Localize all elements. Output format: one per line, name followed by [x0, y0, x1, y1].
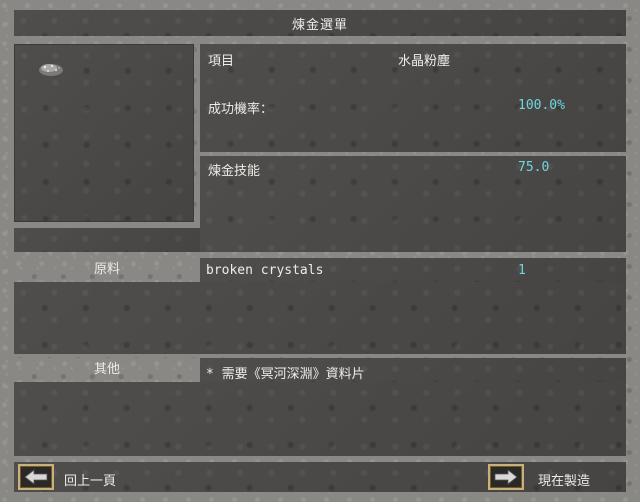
left-arrow-icon — [23, 469, 49, 485]
material-qty: 1 — [518, 263, 526, 278]
success-rate-value: 100.0% — [518, 98, 565, 113]
item-preview — [14, 44, 194, 222]
other-label: 其他 — [14, 358, 200, 382]
back-label[interactable]: 回上一頁 — [64, 470, 116, 489]
materials-panel: broken crystals 1 — [200, 258, 626, 282]
other-requirement: * 需要《冥河深淵》資料片 — [206, 367, 365, 382]
footer-bar: 回上一頁 現在製造 — [14, 462, 626, 492]
item-label: 項目 — [208, 54, 235, 69]
other-panel: * 需要《冥河深淵》資料片 — [200, 358, 626, 382]
window-title: 煉金選單 — [291, 18, 348, 33]
materials-body — [14, 282, 626, 354]
right-arrow-icon — [493, 469, 519, 485]
item-value: 水晶粉塵 — [398, 54, 451, 69]
crystal-powder-icon — [37, 59, 65, 83]
materials-label-text: 原料 — [93, 262, 120, 277]
other-body — [14, 382, 626, 456]
title-bar: 煉金選單 — [14, 10, 626, 36]
skill-label: 煉金技能 — [208, 164, 261, 179]
make-now-button[interactable] — [488, 464, 524, 490]
make-now-label[interactable]: 現在製造 — [538, 470, 590, 489]
spacer-panel — [14, 228, 200, 252]
success-rate-label: 成功機率： — [208, 102, 274, 117]
skill-panel: 煉金技能 75.0 — [200, 156, 626, 252]
materials-label: 原料 — [14, 258, 200, 282]
material-name: broken crystals — [206, 263, 324, 278]
skill-value: 75.0 — [518, 160, 550, 175]
other-label-text: 其他 — [93, 362, 120, 377]
item-details-panel: 項目 水晶粉塵 成功機率： 100.0% — [200, 44, 626, 152]
back-button[interactable] — [18, 464, 54, 490]
